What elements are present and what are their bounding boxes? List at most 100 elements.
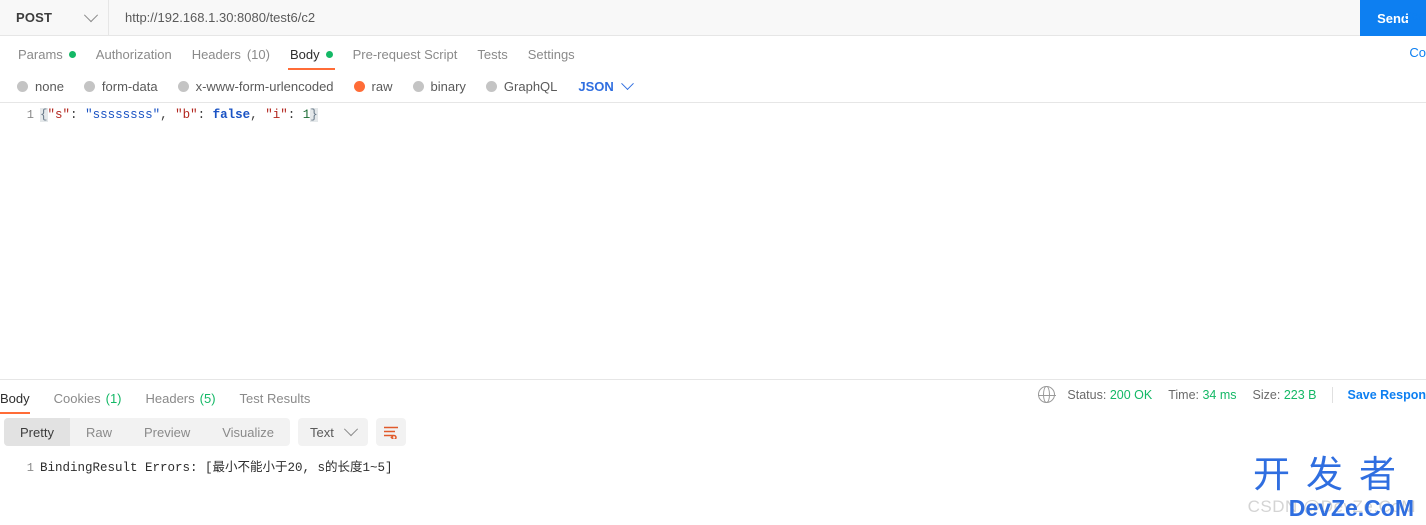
unsaved-dot-icon	[68, 50, 76, 58]
body-type-form-data[interactable]: form-data	[75, 79, 167, 94]
body-type-graphql-label: GraphQL	[503, 78, 558, 94]
chevron-down-icon	[620, 76, 634, 90]
json-token-p	[205, 108, 213, 122]
response-tabs: Body Cookies (1) Headers (5) Test Result…	[0, 380, 1426, 414]
response-tab-test-results-label: Test Results	[239, 391, 311, 406]
status-code: Status: 200 OK	[1067, 388, 1152, 402]
size-value: 223 B	[1283, 387, 1317, 402]
radio-icon	[177, 80, 189, 92]
http-method-label: POST	[16, 10, 53, 25]
radio-icon	[17, 80, 28, 92]
tab-body-label: Body	[289, 46, 320, 62]
url-value: http://192.168.1.30:8080/test6/c2	[125, 10, 316, 25]
response-format-selector[interactable]: Text	[298, 418, 368, 446]
response-time: Time: 34 ms	[1168, 388, 1236, 402]
tab-tests-label: Tests	[477, 46, 508, 62]
response-size: Size: 223 B	[1253, 388, 1317, 402]
raw-format-selector[interactable]: JSON	[568, 76, 641, 94]
body-type-urlencoded-label: x-www-form-urlencoded	[195, 78, 334, 94]
body-type-radio-group: none form-data x-www-form-urlencoded raw…	[0, 8, 1426, 102]
view-mode-segmented-control: Pretty Raw Preview Visualize	[4, 418, 291, 446]
tab-headers-count: (10)	[246, 46, 270, 62]
tab-tests[interactable]: Tests	[467, 38, 517, 70]
response-tab-body-label: Body	[0, 391, 30, 406]
response-line: 1 BindingResult Errors: [最小不能小于20, s的长度1…	[0, 456, 1426, 480]
json-token-key: "b"	[175, 108, 198, 122]
response-view-toolbar: Pretty Raw Preview Visualize Text	[0, 414, 1426, 450]
json-token-p	[78, 108, 86, 122]
body-type-none[interactable]: none	[8, 79, 73, 94]
json-token-p: ,	[160, 108, 168, 122]
response-format-label: Text	[310, 424, 334, 440]
body-type-raw[interactable]: raw	[345, 79, 402, 94]
save-response-button[interactable]: Save Respon	[1347, 388, 1426, 402]
tab-authorization-label: Authorization	[95, 46, 172, 62]
request-body-editor[interactable]: 1 {"s": "ssssssss", "b": false, "i": 1}	[0, 102, 1426, 380]
json-token-key: "i"	[265, 108, 288, 122]
body-type-graphql[interactable]: GraphQL	[477, 79, 566, 94]
line-number: 1	[26, 108, 34, 122]
globe-icon[interactable]	[1038, 385, 1056, 404]
json-token-p: ,	[250, 108, 258, 122]
body-type-urlencoded[interactable]: x-www-form-urlencoded	[169, 79, 343, 94]
json-token-brace: {	[40, 108, 48, 122]
response-body-viewer[interactable]: 1 BindingResult Errors: [最小不能小于20, s的长度1…	[0, 450, 1426, 480]
tab-params[interactable]: Params	[8, 38, 86, 70]
body-type-none-label: none	[35, 78, 64, 94]
beautify-link[interactable]: Bea	[1403, 8, 1426, 23]
response-tab-cookies[interactable]: Cookies (1)	[54, 383, 132, 414]
tab-headers[interactable]: Headers (10)	[182, 38, 280, 70]
http-method-selector[interactable]: POST	[0, 0, 108, 36]
json-token-bool: false	[212, 108, 251, 122]
response-tab-headers[interactable]: Headers (5)	[146, 383, 226, 414]
json-token-p: :	[70, 108, 78, 122]
response-tab-headers-label: Headers	[145, 391, 195, 406]
body-type-raw-label: raw	[371, 78, 393, 94]
response-status-bar: Status: 200 OK Time: 34 ms Size: 223 B S…	[1038, 385, 1426, 404]
tab-body[interactable]: Body	[280, 38, 343, 70]
body-type-binary-label: binary	[430, 78, 466, 94]
time-value: 34 ms	[1202, 387, 1237, 402]
view-mode-preview[interactable]: Preview	[128, 418, 206, 446]
request-json-code[interactable]: {"s": "ssssssss", "b": false, "i": 1}	[40, 107, 318, 123]
response-tab-headers-count: (5)	[199, 391, 216, 406]
tab-settings[interactable]: Settings	[518, 38, 585, 70]
response-tab-test-results[interactable]: Test Results	[240, 383, 321, 414]
view-mode-pretty[interactable]: Pretty	[4, 418, 70, 446]
unsaved-dot-icon	[325, 50, 333, 58]
watermark-devze-text: DevZe.CoM	[1288, 495, 1414, 521]
tab-pre-request-script[interactable]: Pre-request Script	[343, 38, 468, 70]
view-mode-visualize[interactable]: Visualize	[206, 418, 290, 446]
size-label: Size:	[1252, 387, 1281, 402]
response-body-text: BindingResult Errors: [最小不能小于20, s的长度1~5…	[40, 461, 393, 475]
request-url-bar: POST http://192.168.1.30:8080/test6/c2 S…	[0, 0, 1426, 36]
wrap-lines-button[interactable]	[375, 418, 406, 446]
json-token-brace: }	[310, 108, 318, 122]
cookies-link[interactable]: Co	[1409, 45, 1426, 60]
status-value: 200 OK	[1109, 387, 1153, 402]
watermark-csdn-text: CSDN @DevZe.CoM	[1247, 497, 1416, 516]
tab-params-label: Params	[18, 46, 63, 62]
tab-settings-label: Settings	[527, 46, 575, 62]
raw-format-label: JSON	[578, 78, 614, 94]
time-label: Time:	[1168, 387, 1199, 402]
tab-headers-label: Headers	[191, 46, 241, 62]
wrap-lines-icon	[383, 426, 398, 439]
radio-icon	[412, 80, 424, 92]
tab-pre-request-script-label: Pre-request Script	[352, 46, 458, 62]
body-type-binary[interactable]: binary	[404, 79, 475, 94]
json-token-p: :	[197, 108, 206, 122]
line-number: 1	[26, 461, 34, 475]
request-tabs: Params Authorization Headers (10) Body P…	[0, 36, 1426, 70]
url-input[interactable]: http://192.168.1.30:8080/test6/c2	[108, 0, 1360, 36]
json-token-key: "s"	[47, 108, 71, 122]
radio-selected-icon	[353, 80, 365, 92]
response-tab-body[interactable]: Body	[0, 383, 40, 414]
editor-line: 1 {"s": "ssssssss", "b": false, "i": 1}	[0, 103, 1426, 127]
tab-authorization[interactable]: Authorization	[86, 38, 182, 70]
view-mode-raw[interactable]: Raw	[70, 418, 128, 446]
response-tab-cookies-count: (1)	[105, 391, 122, 406]
chevron-down-icon	[83, 7, 99, 22]
watermark-row: CSDN @DevZe.CoM DevZe.CoM	[1248, 495, 1416, 521]
response-tab-cookies-label: Cookies	[53, 391, 101, 406]
